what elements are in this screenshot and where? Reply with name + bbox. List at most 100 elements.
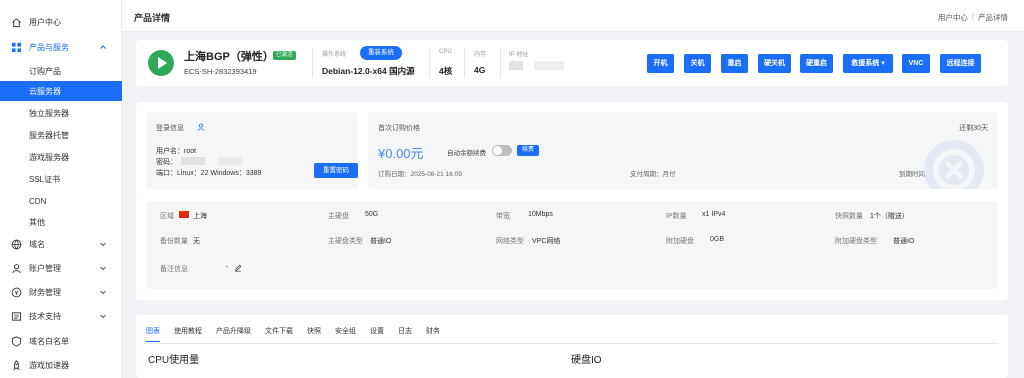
billing-panel: 首次订购价格 还剩30天 ¥0.00元 自动余额续费 续费 订购日期：2025-… [368,112,998,189]
sidebar-sub-order[interactable]: 订购产品 [0,61,122,81]
grid-icon [10,41,22,53]
remote-connect-button[interactable]: 远程连接 [940,54,981,73]
os-value: Debian-12.0-x64 国内源 [322,66,415,76]
auto-renew-toggle[interactable] [492,145,512,156]
tab-downloads[interactable]: 文件下载 [265,326,293,342]
vnc-button[interactable]: VNC [902,54,930,73]
renew-button[interactable]: 续费 [517,145,539,156]
main-disk-label: 主硬盘 [328,213,349,220]
sidebar-sub-other[interactable]: 其他 [0,212,122,232]
disk-io-title: 硬盘IO [571,355,602,366]
sidebar-sub-colocation[interactable]: 服务器托管 [0,125,122,145]
sidebar-item-account[interactable]: 账户管理 [0,258,122,278]
price-value: ¥0.00元 [378,146,424,161]
ip-count-value: x1 IPv4 [702,211,726,218]
os-label: 操作系统 [322,52,347,58]
breadcrumb-user-center[interactable]: 用户中心 [938,12,968,23]
hard-power-off-button[interactable]: 硬关机 [758,54,791,73]
sidebar-item-domain[interactable]: 域名 [0,234,122,254]
running-status-icon [148,50,174,76]
product-id: ECS-SH-2832393419 [184,67,257,76]
port-value: Linux：22 Windows：3389 [177,170,262,177]
bandwidth-value: 10Mbps [528,211,553,218]
region-label: 区域 [160,213,174,220]
power-off-button[interactable]: 关机 [684,54,711,73]
sidebar-item-products[interactable]: 产品与服务 [0,37,122,57]
tab-tutorial[interactable]: 使用教程 [174,326,202,342]
china-flag-icon [179,209,189,218]
memory-value: 4G [474,65,486,75]
billing-title: 首次订购价格 [378,125,420,132]
tab-finance[interactable]: 财务 [426,326,440,342]
chevron-down-icon [100,290,106,295]
cpu-label: CPU [439,49,452,55]
sidebar-item-label: 游戏加速器 [29,360,69,370]
sidebar-item-user-center[interactable]: 用户中心 [0,12,122,32]
ticket-icon [10,310,22,322]
tab-settings[interactable]: 设置 [370,326,384,342]
ip-redacted [534,61,564,70]
globe-icon [10,238,22,250]
tab-bar: 图表 使用教程 产品升降级 文件下载 快照 安全组 设置 日志 财务 [146,326,454,342]
sidebar-sub-dedicated-server[interactable]: 独立服务器 [0,103,122,123]
home-icon [10,16,22,28]
sidebar-item-game-accelerator[interactable]: 游戏加速器 [0,355,122,375]
sidebar-sub-cdn[interactable]: CDN [0,191,122,211]
sidebar-item-label: 域名白名单 [29,336,69,346]
edit-icon[interactable] [234,264,242,272]
sidebar-sub-cloud-server[interactable]: 云服务器 [0,81,122,101]
chevron-up-icon [100,45,106,49]
sidebar-item-label: 用户中心 [29,17,61,27]
tab-upgrade[interactable]: 产品升降级 [216,326,251,342]
reinstall-button[interactable]: 重装系统 [360,46,402,60]
sidebar-item-label: 域名 [29,239,45,249]
login-info-panel: 登录信息 用户名：root 密码： 端口：Linux：22 Windows：33… [146,112,358,189]
hard-restart-button[interactable]: 硬重启 [800,54,833,73]
chevron-down-icon [100,314,106,319]
order-date: 订购日期：2025-08-21 16:09 [378,171,462,178]
billing-cycle: 支付周期：月付 [630,171,676,178]
disk-type-label: 主硬盘类型 [328,238,363,245]
sidebar-item-finance[interactable]: ¥ 财务管理 [0,282,122,302]
power-on-button[interactable]: 开机 [647,54,674,73]
sidebar-item-label: 财务管理 [29,287,61,297]
cpu-value: 4核 [439,66,453,76]
tab-snapshots[interactable]: 快照 [307,326,321,342]
memory-label: 内存 [474,52,487,58]
rescue-system-dropdown[interactable]: 救援系统 ▾ [843,54,893,73]
restart-button[interactable]: 重启 [721,54,748,73]
page-title: 产品详情 [134,13,171,23]
snapshot-label: 快照数量 [835,213,863,220]
password-redacted [218,157,242,165]
rocket-icon [10,359,22,371]
bandwidth-label: 带宽 [496,213,510,220]
disk-type-value: 普通IO [370,238,392,245]
tab-security-group[interactable]: 安全组 [335,326,356,342]
sidebar-item-domain-whitelist[interactable]: 域名白名单 [0,331,122,351]
sidebar-sub-ssl[interactable]: SSL证书 [0,169,122,189]
detail-card: 登录信息 用户名：root 密码： 端口：Linux：22 Windows：33… [136,102,1008,300]
auto-renew-label: 自动余额续费 [447,150,486,157]
note-label: 备注信息 [160,266,188,273]
sidebar-sub-game-server[interactable]: 游戏服务器 [0,147,122,167]
extra-disk-value: 0GB [710,236,725,243]
breadcrumb-separator: / [971,12,974,21]
breadcrumb: 用户中心 / 产品详情 [938,12,1008,23]
sidebar-item-support[interactable]: 技术支持 [0,306,122,326]
port-row: 端口：Linux：22 Windows：3389 [156,168,261,178]
tab-logs[interactable]: 日志 [398,326,412,342]
password-label: 密码： [156,159,177,166]
network-type-value: VPC网络 [532,238,561,245]
tab-charts[interactable]: 图表 [146,326,160,342]
watermark-logo-icon [924,140,984,189]
snapshot-value: 1个（赠送） [870,213,909,220]
user-icon [10,262,22,274]
status-badge: 已激活 [273,51,296,60]
user-icon [197,123,205,131]
username-label: 用户名： [156,148,184,155]
reset-password-button[interactable]: 重置密码 [314,163,358,178]
chevron-down-icon [100,242,106,247]
divider [500,48,501,78]
cpu-usage-title: CPU使用量 [148,355,200,366]
divider [464,48,465,78]
